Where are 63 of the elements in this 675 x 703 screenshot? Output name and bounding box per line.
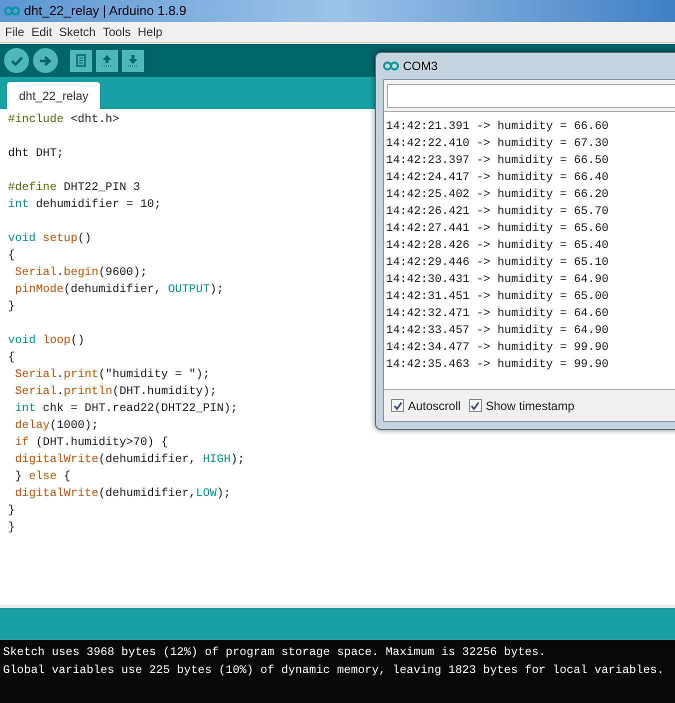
right-arrow-icon	[39, 54, 52, 66]
code-line: } else {	[14, 470, 71, 483]
console-line: Global variables use 225 bytes (10%) of dynamic memory, leaving 1823 bytes for local variables.	[3, 663, 664, 679]
document-icon	[76, 54, 86, 67]
save-button[interactable]	[122, 50, 144, 72]
code-line: pinMode(dehumidifier, OUTPUT);	[14, 283, 224, 296]
up-arrow-icon	[101, 54, 113, 67]
code-line: if (DHT.humidity>70) {	[14, 436, 168, 449]
code-line: }	[8, 300, 15, 313]
menu-item[interactable]: Edit	[31, 23, 52, 41]
verify-button[interactable]	[4, 48, 29, 73]
output-line: 14:42:30.431 -> humidity = 64.90	[386, 272, 609, 288]
output-line: 14:42:24.417 -> humidity = 66.40	[386, 170, 609, 186]
code-line: #include <dht.h>	[8, 113, 120, 126]
new-button[interactable]	[70, 50, 92, 72]
checkbox-label: Show timestamp	[486, 398, 574, 414]
infinity-logo-icon	[4, 6, 20, 16]
checkbox[interactable]	[391, 399, 404, 412]
code-line: }	[8, 504, 15, 517]
output-line: 14:42:29.446 -> humidity = 65.10	[386, 255, 609, 271]
code-line: Serial.println(DHT.humidity);	[14, 385, 217, 398]
sketch-tab[interactable]: dht_22_relay	[7, 82, 100, 109]
checkbox-label: Autoscroll	[408, 398, 461, 414]
output-line: 14:42:35.463 -> humidity = 99.90	[386, 357, 609, 373]
code-line: void loop()	[8, 334, 85, 347]
open-button[interactable]	[96, 50, 118, 72]
output-line: 14:42:22.410 -> humidity = 67.30	[386, 136, 609, 152]
window-title: COM3	[403, 58, 438, 75]
upload-button[interactable]	[33, 48, 58, 73]
output-line: 14:42:27.441 -> humidity = 65.60	[386, 221, 609, 237]
menu-item[interactable]: Help	[138, 23, 162, 41]
output-line: 14:42:21.391 -> humidity = 66.60	[386, 119, 609, 135]
console-line: Sketch uses 3968 bytes (12%) of program storage space. Maximum is 32256 bytes.	[3, 645, 546, 661]
output-line: 14:42:25.402 -> humidity = 66.20	[386, 187, 609, 203]
window-title: dht_22_relay | Arduino 1.8.9	[24, 2, 186, 20]
code-line: {	[8, 249, 15, 262]
infinity-logo-icon	[383, 61, 399, 71]
code-line: delay(1000);	[14, 419, 98, 432]
checkmark-icon	[10, 54, 24, 66]
output-line: 14:42:32.471 -> humidity = 64.60	[386, 306, 609, 322]
menu-item[interactable]: File	[5, 23, 24, 41]
code-line: #define DHT22_PIN 3	[8, 181, 140, 194]
menu-item[interactable]: Sketch	[59, 23, 96, 41]
output-line: 14:42:34.477 -> humidity = 99.90	[386, 340, 609, 356]
output-line: 14:42:33.457 -> humidity = 64.90	[386, 323, 609, 339]
output-line: 14:42:31.451 -> humidity = 65.00	[386, 289, 609, 305]
menu-item[interactable]: Tools	[102, 23, 131, 41]
output-line: 14:42:28.426 -> humidity = 65.40	[386, 238, 609, 254]
code-line: }	[8, 521, 15, 534]
down-arrow-icon	[127, 54, 139, 67]
code-line: Serial.begin(9600);	[14, 266, 148, 279]
code-line: Serial.print("humidity = ");	[14, 368, 210, 381]
checkbox[interactable]	[468, 399, 482, 412]
code-line: int chk = DHT.read22(DHT22_PIN);	[14, 402, 238, 415]
code-line: int dehumidifier = 10;	[8, 198, 162, 211]
output-line: 14:42:23.397 -> humidity = 66.50	[386, 153, 609, 169]
send-input-field[interactable]	[387, 84, 675, 108]
code-line: {	[8, 351, 15, 364]
code-line: digitalWrite(dehumidifier,LOW);	[14, 487, 231, 500]
code-line: digitalWrite(dehumidifier, HIGH);	[14, 453, 245, 466]
code-line: void setup()	[8, 232, 92, 245]
code-line: dht DHT;	[8, 147, 64, 160]
output-line: 14:42:26.421 -> humidity = 65.70	[386, 204, 609, 220]
